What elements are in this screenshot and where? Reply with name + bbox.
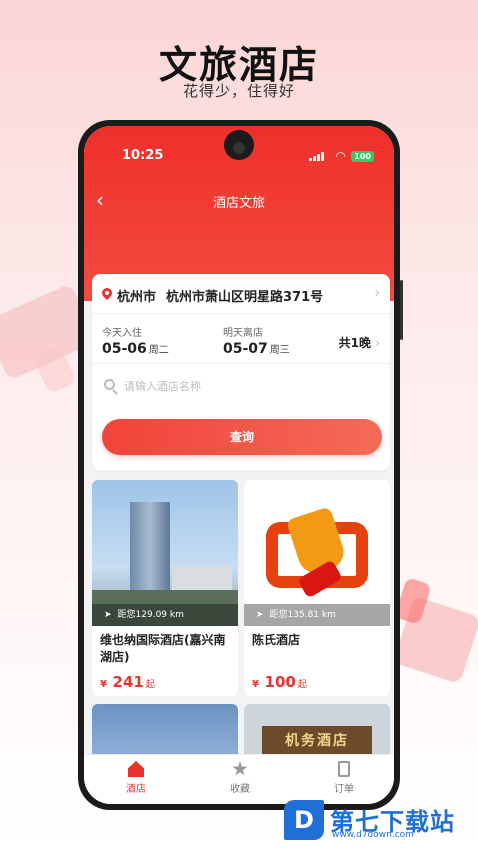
promo-subtitle: 花得少，住得好 [182,82,295,100]
checkout-label: 明天离店 [223,328,263,339]
signal-icon [309,152,324,161]
phone-side-button [400,280,403,340]
nights-count: 共1晚 › [338,336,380,350]
hotel-price: ¥ 100 起 [252,673,307,691]
hotel-card[interactable]: ➤ 距您135.81 km 陈氏酒店 ¥ 100 起 [244,480,390,696]
city-label: 杭州市 [117,290,157,305]
hotel-card[interactable]: ➤ 距您129.09 km 维也纳国际酒店(嘉兴南湖店) ¥ 241 起 [92,480,238,696]
checkout-date: 05-07 周三 [223,341,290,357]
order-icon [338,761,350,777]
phone-screen: 10:25 ◠ 100 ‹ 酒店文旅 杭州市 杭州市萧山区明星路371号 › 今… [84,126,394,804]
hotel-price: ¥ 241 起 [100,673,155,691]
hotel-name: 维也纳国际酒店(嘉兴南湖店) [100,633,226,664]
star-icon [232,761,248,776]
watermark-url: www.d7down.com [332,830,414,840]
keyword-row [92,366,390,406]
chevron-right-icon: › [375,336,380,350]
tab-orders[interactable]: 订单 [314,761,374,795]
location-pin-icon [99,285,115,301]
phone-frame: 10:25 ◠ 100 ‹ 酒店文旅 杭州市 杭州市萧山区明星路371号 › 今… [78,120,403,810]
distance-bar: ➤ 距您129.09 km [92,604,238,626]
hotel-search-input[interactable] [124,376,364,396]
address-label: 杭州市萧山区明星路371号 [166,290,324,305]
battery-icon: 100 [351,151,374,162]
tab-hotel[interactable]: 酒店 [106,761,166,795]
bottom-tab-bar: 酒店 收藏 订单 [84,754,394,804]
status-bar: 10:25 ◠ 100 [84,130,394,168]
search-icon [104,379,115,390]
checkin-label: 今天入住 [102,328,142,339]
page-title: 酒店文旅 [212,196,265,211]
tab-favorites[interactable]: 收藏 [210,761,270,795]
search-card: 杭州市 杭州市萧山区明星路371号 › 今天入住 05-06 周二 明天离店 05… [92,274,390,470]
chevron-right-icon: › [374,285,380,301]
checkin-date: 05-06 周二 [102,341,169,357]
distance-bar: ➤ 距您135.81 km [244,604,390,626]
location-selector[interactable]: 杭州市 杭州市萧山区明星路371号 › [92,274,390,314]
navigation-arrow-icon: ➤ [256,610,264,620]
checkout-weekday: 周三 [269,345,290,356]
query-button[interactable]: 查询 [102,419,382,455]
checkin-weekday: 周二 [148,345,169,356]
navigation-arrow-icon: ➤ [104,610,112,620]
date-selector[interactable]: 今天入住 05-06 周二 明天离店 05-07 周三 共1晚 › [92,314,390,364]
hotel-sign: 机务酒店 [262,726,372,756]
home-icon [128,761,144,777]
camera-notch [224,130,254,160]
status-time: 10:25 [122,148,164,163]
watermark-logo: D [284,800,324,840]
hotel-name: 陈氏酒店 [252,633,301,647]
wifi-icon: ◠ [335,149,346,163]
nav-bar: ‹ 酒店文旅 [84,186,394,216]
